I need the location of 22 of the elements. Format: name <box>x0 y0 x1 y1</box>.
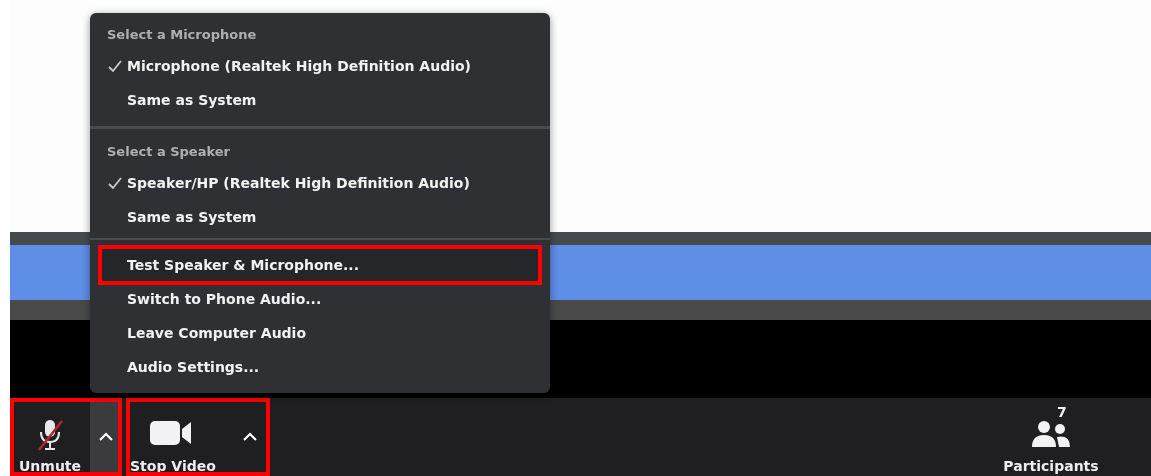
menu-item[interactable]: Same as System <box>90 83 550 117</box>
menu-item[interactable]: Test Speaker & Microphone... <box>98 245 542 285</box>
caret-icon <box>242 432 258 442</box>
menu-item[interactable]: Same as System <box>90 200 550 234</box>
menu-item[interactable]: Speaker/HP (Realtek High Definition Audio) <box>90 166 550 200</box>
participants-button[interactable]: 7 Participants <box>1001 398 1101 476</box>
menu-item[interactable]: Audio Settings... <box>90 350 550 384</box>
people-icon <box>1030 420 1072 448</box>
menu-item-label: Speaker/HP (Realtek High Definition Audio) <box>127 175 470 191</box>
menu-item[interactable]: Switch to Phone Audio... <box>90 282 550 316</box>
stop-video-button[interactable]: Stop Video <box>126 398 230 476</box>
menu-section-header: Select a Speaker <box>106 143 231 161</box>
video-camera-icon <box>150 420 192 446</box>
menu-item-label: Same as System <box>127 92 257 108</box>
menu-section-header: Select a Microphone <box>106 26 258 44</box>
caret-icon <box>98 432 114 442</box>
menu-item-label: Same as System <box>127 209 257 225</box>
participant-count: 7 <box>1057 404 1067 420</box>
menu-item[interactable]: Microphone (Realtek High Definition Audio) <box>90 49 550 83</box>
menu-item[interactable]: Leave Computer Audio <box>90 316 550 350</box>
unmute-button[interactable]: Unmute <box>10 398 90 476</box>
menu-item-label: Microphone (Realtek High Definition Audio) <box>127 58 471 74</box>
